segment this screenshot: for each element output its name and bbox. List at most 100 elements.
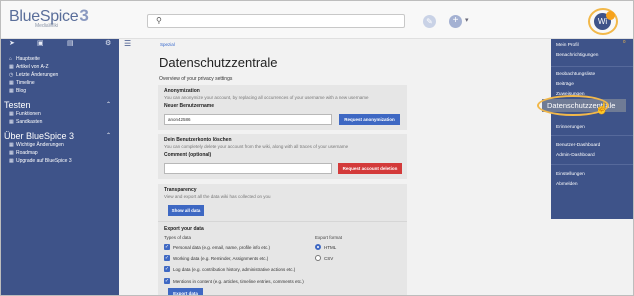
page-icon: ▦ — [9, 111, 14, 117]
transparency-title: Transparency — [164, 187, 197, 193]
edit-icon[interactable]: ✎ — [423, 15, 436, 28]
menu-item-benachrichtigungen[interactable]: Benachrichtigungen — [556, 53, 598, 58]
hamburger-menu-icon[interactable]: ☰ — [124, 39, 131, 48]
sidebar-item-letzte-aenderungen[interactable]: ◷ Letzte Änderungen — [1, 71, 119, 79]
request-anonymization-button[interactable]: Request anonymization — [339, 114, 400, 125]
page-icon: ▦ — [9, 142, 14, 148]
sidebar-item-blog[interactable]: ▦ Blog — [1, 87, 119, 95]
navigation-icon[interactable]: ➤ — [9, 39, 15, 47]
export-title: Export your data — [164, 226, 204, 232]
timeline-icon: ▦ — [9, 80, 14, 86]
notification-badge — [606, 11, 615, 20]
sidebar-item-label: Wichtige Änderungen — [16, 142, 64, 148]
sidebar-item-upgrade[interactable]: ▦ Upgrade auf BlueSpice 3 — [1, 157, 119, 165]
sidebar-item-funktionen[interactable]: ▦ Funktionen — [1, 110, 119, 118]
menu-item-erinnerungen[interactable]: Erinnerungen — [556, 125, 585, 130]
search-input[interactable]: ⚲ — [147, 14, 405, 28]
request-account-deletion-button[interactable]: Request account deletion — [338, 163, 402, 174]
checkbox-checked[interactable]: ✓ — [164, 255, 170, 261]
breadcrumb[interactable]: Spezial — [160, 42, 175, 47]
sidebar-section-label: Testen — [4, 99, 31, 110]
checkbox-label: Working data (e.g. Reminder, Assignments… — [173, 255, 269, 261]
checkbox-label: Log data (e.g. contribution history, adm… — [173, 266, 296, 272]
top-bar: BlueSpice3 MediaWiki ⚲ ✎ + ▾ Wi — [1, 1, 633, 39]
sidebar-item-label: Funktionen — [16, 111, 41, 117]
blog-icon: ▦ — [9, 88, 14, 94]
show-all-data-button[interactable]: Show all data — [168, 205, 204, 216]
page-icon: ▦ — [9, 150, 14, 156]
gear-icon[interactable]: ⚙ — [105, 39, 111, 47]
notification-count: 0 — [623, 39, 626, 44]
data-type-checkbox-mentions[interactable]: ✓ Mentions in content (e.g. articles, tim… — [164, 278, 304, 284]
sidebar: ➤ ▣ ▤ ⚙ ⌂ Hauptseite ▦ Artikel von A-Z ◷ Le… — [1, 39, 119, 295]
clock-icon: ◷ — [9, 72, 14, 78]
export-data-button[interactable]: Export data — [168, 288, 203, 295]
transparency-card: Transparency View and export all the dat… — [158, 184, 407, 295]
delete-account-card: Dein Benutzerkonto löschen You can compl… — [158, 134, 407, 179]
anonymization-card: Anonymization You can anonymize your acc… — [158, 85, 407, 130]
sidebar-item-label: Artikel von A-Z — [16, 64, 49, 70]
book-icon[interactable]: ▣ — [37, 39, 44, 47]
data-type-checkbox-working[interactable]: ✓ Working data (e.g. Reminder, Assignment… — [164, 255, 268, 261]
chevron-down-icon[interactable]: ▾ — [465, 16, 469, 24]
new-username-input[interactable]: anon42586 — [164, 114, 332, 125]
sidebar-item-timeline[interactable]: ▦ Timeline — [1, 79, 119, 87]
plus-icon[interactable]: + — [449, 15, 462, 28]
sidebar-item-label: Sandkasten — [16, 119, 43, 125]
menu-item-abmelden[interactable]: Abmelden — [556, 182, 578, 187]
sidebar-item-sandkasten[interactable]: ▦ Sandkasten — [1, 118, 119, 126]
app-window: BlueSpice3 MediaWiki ⚲ ✎ + ▾ Wi ➤ ▣ ▤ ⚙ … — [0, 0, 634, 296]
page-icon: ▦ — [9, 119, 14, 125]
transparency-description: View and export all the data wiki has co… — [164, 194, 271, 199]
chevron-up-icon: ⌃ — [105, 102, 111, 108]
delete-account-title: Dein Benutzerkonto löschen — [164, 137, 232, 143]
sidebar-item-label: Timeline — [16, 80, 35, 86]
types-of-data-label: Types of data — [164, 235, 192, 240]
sidebar-item-label: Letzte Änderungen — [16, 72, 59, 78]
radio-label: HTML — [324, 244, 337, 250]
format-radio-csv[interactable]: CSV — [315, 255, 333, 261]
menu-divider — [551, 66, 633, 67]
clipboard-icon[interactable]: ▤ — [67, 39, 74, 47]
checkbox-label: Mentions in content (e.g. articles, time… — [173, 278, 304, 284]
sidebar-section-testen[interactable]: Testen ⌃ — [1, 99, 119, 110]
main-content: Spezial Datenschutzzentrale Overview of … — [135, 39, 555, 295]
sidebar-section-label: Über BlueSpice 3 — [4, 130, 75, 141]
radio-label: CSV — [324, 255, 334, 261]
menu-item-beitraege[interactable]: Beiträge — [556, 82, 574, 87]
anonymization-description: You can anonymize your account, by repla… — [164, 95, 369, 100]
menu-item-mein-profil[interactable]: Mein Profil — [556, 43, 579, 48]
data-type-checkbox-log[interactable]: ✓ Log data (e.g. contribution history, ad… — [164, 266, 295, 272]
sidebar-item-label: Blog — [16, 88, 27, 94]
list-icon: ▦ — [9, 64, 14, 70]
checkbox-checked[interactable]: ✓ — [164, 266, 170, 272]
logo-number: 3 — [79, 6, 89, 25]
comment-input[interactable] — [164, 163, 332, 174]
radio-selected[interactable] — [315, 244, 321, 250]
page-icon: ▦ — [9, 158, 14, 164]
data-type-checkbox-personal[interactable]: ✓ Personal data (e.g. email, name, profil… — [164, 244, 270, 250]
menu-item-benutzer-dashboard[interactable]: Benutzer-Dashboard — [556, 143, 600, 148]
menu-item-admin-dashboard[interactable]: Admin-Dashboard — [556, 153, 595, 158]
radio-unselected[interactable] — [315, 255, 321, 261]
menu-item-beobachtungsliste[interactable]: Beobachtungsliste — [556, 72, 595, 77]
checkbox-checked[interactable]: ✓ — [164, 278, 170, 284]
page-subtitle: Overview of your privacy settings — [159, 76, 233, 82]
sidebar-item-wichtige-aenderungen[interactable]: ▦ Wichtige Änderungen — [1, 141, 119, 149]
checkbox-checked[interactable]: ✓ — [164, 244, 170, 250]
home-icon: ⌂ — [9, 56, 13, 62]
delete-account-description: You can completely delete your account f… — [164, 144, 349, 149]
sidebar-section-about[interactable]: Über BlueSpice 3 ⌃ — [1, 130, 119, 141]
search-icon: ⚲ — [156, 16, 162, 25]
format-radio-html[interactable]: HTML — [315, 244, 336, 250]
logo[interactable]: BlueSpice3 MediaWiki — [9, 6, 89, 29]
menu-item-einstellungen[interactable]: Einstellungen — [556, 172, 585, 177]
menu-divider — [551, 135, 633, 136]
hand-cursor-icon: ☝ — [595, 103, 609, 115]
sidebar-item-artikel[interactable]: ▦ Artikel von A-Z — [1, 63, 119, 71]
page-title: Datenschutzzentrale — [159, 55, 278, 70]
sidebar-item-hauptseite[interactable]: ⌂ Hauptseite — [1, 55, 119, 63]
sidebar-item-label: Roadmap — [16, 150, 38, 156]
checkbox-label: Personal data (e.g. email, name, profile… — [173, 244, 271, 250]
sidebar-item-roadmap[interactable]: ▦ Roadmap — [1, 149, 119, 157]
